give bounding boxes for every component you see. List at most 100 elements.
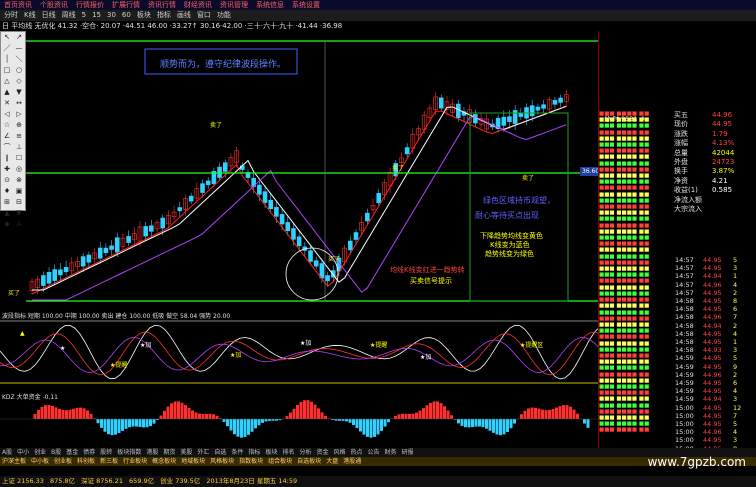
sector-tab-8[interactable]: 风格板块 xyxy=(210,458,234,465)
market-tab-9[interactable]: 期货 xyxy=(163,449,175,456)
market-list-row[interactable]: ■■■ ■■■■ ■■ xyxy=(599,427,669,433)
toolbar-button-4[interactable]: 5 xyxy=(82,11,86,19)
market-tabs[interactable]: A股 中小 创业 B股 基金 债券 股转 板块指数 港股 期货 美股 外汇 自选 条件 指标 板块 排名 分析 资金… xyxy=(0,448,756,457)
menu-item-7[interactable]: 系统信息 xyxy=(256,1,284,9)
sector-tab-0[interactable]: 沪深主板 xyxy=(2,458,26,465)
drawing-tools-palette[interactable]: ↖ ↗ ／ — │ ＼ □ ○ △ ◇ ▲ ▼ ✕ ↔ ◁ ▷ ☆ ⊕ ∠ ≡ ⌒ ⊥ ∥ ☐ ✚ ◎ ⊙ ⊗ ♦ ▣ ⊞ ⊟ ▲ ▼ ◆ A xyxy=(0,31,26,228)
draw-tool-icon[interactable]: ▷ xyxy=(14,110,24,119)
sector-tab-3[interactable]: 科创板 xyxy=(77,458,95,465)
toolbar-button-7[interactable]: 60 xyxy=(122,11,131,19)
menu-item-0[interactable]: 首页资讯 xyxy=(4,1,32,9)
sector-tab-6[interactable]: 概念板块 xyxy=(152,458,176,465)
market-tab-8[interactable]: 港股 xyxy=(146,449,158,456)
draw-tool-icon[interactable]: ↖ xyxy=(2,33,12,42)
market-tab-0[interactable]: A股 xyxy=(2,449,12,456)
sector-tab-4[interactable]: 新三板 xyxy=(100,458,118,465)
menu-item-6[interactable]: 资讯管理 xyxy=(220,1,248,9)
toolbar-button-10[interactable]: 画线 xyxy=(177,11,191,19)
draw-tool-icon[interactable]: ⊕ xyxy=(14,121,24,130)
draw-tool-icon[interactable]: ◁ xyxy=(2,110,12,119)
market-tab-3[interactable]: B股 xyxy=(51,449,61,456)
draw-tool-icon[interactable]: ⊗ xyxy=(14,176,24,185)
toolbar-button-1[interactable]: K线 xyxy=(24,11,36,19)
toolbar-button-12[interactable]: 功能 xyxy=(217,11,231,19)
sector-tab-13[interactable]: 港股通 xyxy=(343,458,361,465)
draw-tool-icon[interactable]: ▼ xyxy=(14,88,24,97)
draw-tool-icon[interactable]: ∥ xyxy=(2,154,12,163)
draw-tool-icon[interactable]: ⊙ xyxy=(2,176,12,185)
draw-tool-icon[interactable]: ▲ xyxy=(2,209,12,218)
draw-tool-icon[interactable]: △ xyxy=(2,77,12,86)
menu-item-3[interactable]: 扩展行情 xyxy=(112,1,140,9)
menu-item-1[interactable]: 个股资讯 xyxy=(40,1,68,9)
sector-tab-2[interactable]: 创业板 xyxy=(54,458,72,465)
market-tab-5[interactable]: 债券 xyxy=(83,449,95,456)
kline-chart[interactable] xyxy=(0,31,598,308)
market-tab-13[interactable]: 条件 xyxy=(231,449,243,456)
market-tab-10[interactable]: 美股 xyxy=(180,449,192,456)
wave-indicator-chart[interactable] xyxy=(0,311,598,391)
draw-tool-icon[interactable]: ⊟ xyxy=(14,198,24,207)
sector-tab-11[interactable]: 自选板块 xyxy=(297,458,321,465)
draw-tool-icon[interactable]: ◆ xyxy=(2,220,12,229)
market-tab-21[interactable]: 公告 xyxy=(368,449,380,456)
draw-tool-icon[interactable]: — xyxy=(14,44,24,53)
draw-tool-icon[interactable]: ／ xyxy=(2,44,12,53)
market-tab-18[interactable]: 资金 xyxy=(316,449,328,456)
draw-tool-icon[interactable]: ☆ xyxy=(2,121,12,130)
draw-tool-icon[interactable]: A xyxy=(14,220,24,229)
menu-item-2[interactable]: 行情报价 xyxy=(76,1,104,9)
market-tab-14[interactable]: 指标 xyxy=(248,449,260,456)
draw-tool-icon[interactable]: ✚ xyxy=(2,165,12,174)
market-tab-22[interactable]: 财务 xyxy=(385,449,397,456)
draw-tool-icon[interactable]: ◇ xyxy=(14,77,24,86)
draw-tool-icon[interactable]: □ xyxy=(2,66,12,75)
market-tab-7[interactable]: 板块指数 xyxy=(117,449,141,456)
draw-tool-icon[interactable]: ⊥ xyxy=(14,143,24,152)
draw-tool-icon[interactable]: ＼ xyxy=(14,55,24,64)
draw-tool-icon[interactable]: ▼ xyxy=(14,209,24,218)
draw-tool-icon[interactable]: ▣ xyxy=(14,187,24,196)
toolbar-button-8[interactable]: 板块 xyxy=(137,11,151,19)
menu-item-5[interactable]: 财经资讯 xyxy=(184,1,212,9)
tick-trades-panel[interactable]: 14:57 44.95 5 14:57 44.95 3 14:57 44.94 1 14:57 44… xyxy=(675,256,756,461)
market-tab-12[interactable]: 自选 xyxy=(214,449,226,456)
menu-item-4[interactable]: 资讯行情 xyxy=(148,1,176,9)
sector-tab-5[interactable]: 行业板块 xyxy=(123,458,147,465)
draw-tool-icon[interactable]: ↗ xyxy=(14,33,24,42)
sector-tab-10[interactable]: 组合板块 xyxy=(268,458,292,465)
sector-tabs[interactable]: 沪深主板 中小板 创业板 科创板 新三板 行业板块 概念板块 地域板块 风格板块 指数板块 组合板块… xyxy=(0,457,756,466)
market-tab-1[interactable]: 中小 xyxy=(17,449,29,456)
market-tab-23[interactable]: 研报 xyxy=(402,449,414,456)
toolbar-button-9[interactable]: 指标 xyxy=(157,11,171,19)
draw-tool-icon[interactable]: ♦ xyxy=(2,187,12,196)
draw-tool-icon[interactable]: ⌒ xyxy=(2,143,12,152)
draw-tool-icon[interactable]: ≡ xyxy=(14,132,24,141)
draw-tool-icon[interactable]: ∠ xyxy=(2,132,12,141)
sector-tab-7[interactable]: 地域板块 xyxy=(181,458,205,465)
toolbar-button-6[interactable]: 30 xyxy=(107,11,116,19)
market-tab-19[interactable]: 风格 xyxy=(334,449,346,456)
market-tab-16[interactable]: 排名 xyxy=(282,449,294,456)
draw-tool-icon[interactable]: ◎ xyxy=(14,165,24,174)
market-tab-2[interactable]: 创业 xyxy=(34,449,46,456)
fund-flow-chart[interactable] xyxy=(0,392,598,447)
market-tab-20[interactable]: 热点 xyxy=(351,449,363,456)
market-list-panel[interactable]: ■■■ ■■■■ ■■ ■■■ ■■■■ ■■ ■■■ ■■■■ ■■ ■■■ ■■■… xyxy=(599,111,669,451)
market-tab-11[interactable]: 外汇 xyxy=(197,449,209,456)
draw-tool-icon[interactable]: │ xyxy=(2,55,12,64)
market-tab-6[interactable]: 股转 xyxy=(100,449,112,456)
draw-tool-icon[interactable]: ⊞ xyxy=(2,198,12,207)
toolbar-button-3[interactable]: 周线 xyxy=(62,11,76,19)
sector-tab-1[interactable]: 中小板 xyxy=(31,458,49,465)
market-tab-4[interactable]: 基金 xyxy=(66,449,78,456)
draw-tool-icon[interactable]: ↔ xyxy=(14,99,24,108)
toolbar-button-5[interactable]: 15 xyxy=(92,11,101,19)
draw-tool-icon[interactable]: ○ xyxy=(14,66,24,75)
menu-item-8[interactable]: 系统设置 xyxy=(292,1,320,9)
sector-tab-9[interactable]: 指数板块 xyxy=(239,458,263,465)
draw-tool-icon[interactable]: ▲ xyxy=(2,88,12,97)
toolbar-button-0[interactable]: 分时 xyxy=(4,11,18,19)
toolbar-button-2[interactable]: 日线 xyxy=(42,11,56,19)
draw-tool-icon[interactable]: ✕ xyxy=(2,99,12,108)
